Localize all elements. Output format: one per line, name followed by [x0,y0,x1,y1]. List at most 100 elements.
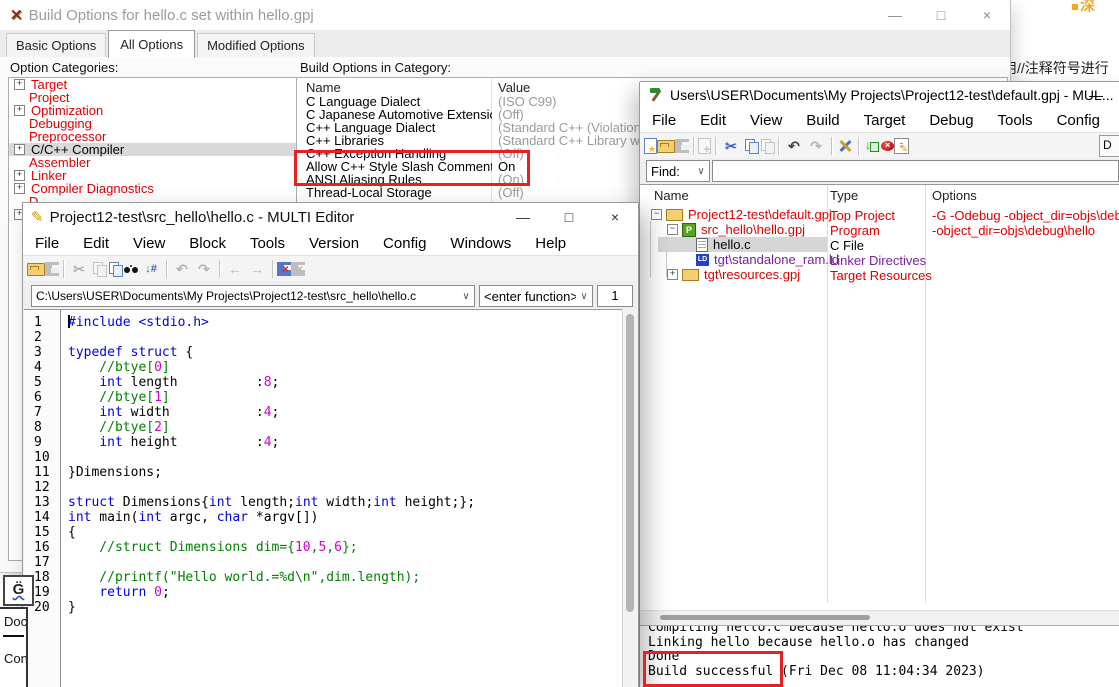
back-icon: ← [224,259,246,279]
code-text: } [68,600,76,615]
toolbar-separator [778,137,779,155]
code-line: 11}Dimensions; [24,463,623,478]
output-line: Linking hello because hello.o has change… [648,636,1119,651]
build-options-titlebar: ✕ Build Options for hello.c set within h… [0,0,1010,30]
code-line: 8 //btye[2] [24,418,623,433]
editor-combo-row: C:\Users\USER\Documents\My Projects\Proj… [23,281,638,309]
tree-item-label: Project12-test\default.gpj [688,207,832,222]
debug-bug-icon[interactable] [881,141,894,151]
file-path-combo[interactable]: C:\Users\USER\Documents\My Projects\Proj… [31,285,475,307]
function-combo[interactable]: <enter function> ∨ [479,285,593,307]
expand-icon[interactable]: + [14,105,25,116]
menu-item-build[interactable]: Build [794,112,851,129]
tab-modified-options[interactable]: Modified Options [197,33,315,57]
category-row-compiler-diagnostics[interactable]: +Compiler Diagnostics [9,182,296,195]
menu-item-edit[interactable]: Edit [71,235,121,252]
tree-header-name: Name [654,188,689,203]
editor-title: Project12-test\src_hello\hello.c - MULTI… [50,209,355,226]
minimize-button[interactable]: — [1073,87,1119,103]
menu-item-help[interactable]: Help [523,235,578,252]
editor-vertical-scrollbar[interactable] [622,309,637,687]
minimize-button[interactable]: — [872,7,918,23]
menu-item-file[interactable]: File [640,112,688,129]
undo-icon: ↶ [171,259,193,279]
copy-icon [90,261,106,277]
menu-item-block[interactable]: Block [177,235,238,252]
toolbar-separator [715,137,716,155]
expand-icon[interactable]: − [651,209,662,220]
tree-row-hello-c[interactable]: hello.cC File [640,237,1119,252]
menu-item-windows[interactable]: Windows [438,235,523,252]
code-area[interactable]: 1#include <stdio.h>23typedef struct {4 /… [24,309,623,687]
find-input[interactable] [712,160,1119,182]
code-line: 12 [24,478,623,493]
output-line: Compiling hello.c because hello.o does n… [648,625,1119,636]
tree-row-tgt-resources-gpj[interactable]: +tgt\resources.gpjTarget Resources [640,267,1119,282]
menu-item-tools[interactable]: Tools [986,112,1045,129]
open-folder-icon[interactable] [657,140,675,153]
paste-icon [758,138,774,154]
tree-horizontal-scrollbar[interactable] [640,610,1119,625]
menu-item-debug[interactable]: Debug [917,112,985,129]
menu-item-view[interactable]: View [121,235,177,252]
con-label: Con [4,651,26,666]
redo-icon: ↷ [193,259,215,279]
undo-icon[interactable]: ↶ [783,136,805,156]
find-icon[interactable] [122,262,140,276]
edit-notepad-icon[interactable] [894,138,909,154]
project-tree[interactable]: Name Type Options −Project12-test\defaul… [640,184,1119,611]
editor-toolbar: ✂↓#↶↷←→ [23,255,638,283]
expand-icon[interactable]: + [14,170,25,181]
tab-all-options[interactable]: All Options [108,30,195,58]
menu-item-target[interactable]: Target [852,112,918,129]
window-controls: — [1073,82,1119,108]
tree-header-type: Type [830,188,858,203]
tree-row-project12-test-default-gpj[interactable]: −Project12-test\default.gpjTop Project-G… [640,207,1119,222]
tree-row-tgt-standalone-ram-ld[interactable]: LDtgt\standalone_ram.ldLinker Directives [640,252,1119,267]
window-controls: — □ × [500,203,638,231]
cut-icon[interactable]: ✂ [720,136,742,156]
open-folder-icon[interactable] [27,263,45,276]
scrollbar-thumb[interactable] [626,314,634,612]
scrollbar-thumb[interactable] [660,615,870,620]
expand-icon[interactable]: + [667,269,678,280]
menu-item-windows[interactable]: Windows [1112,112,1119,129]
menu-item-edit[interactable]: Edit [688,112,738,129]
annotation-rect-build-successful [643,651,783,687]
redo-icon: ↷ [805,136,827,156]
menu-item-version[interactable]: Version [297,235,371,252]
menu-item-config[interactable]: Config [371,235,438,252]
expand-icon[interactable]: + [14,79,25,90]
paste-icon[interactable] [106,261,122,277]
expand-icon[interactable]: + [14,144,25,155]
toolbar-overflow-button[interactable]: D [1099,135,1119,157]
close-button[interactable]: × [592,209,638,225]
connect-icon[interactable] [863,138,881,154]
close-button[interactable]: × [964,7,1010,23]
code-line: 17 [24,553,623,568]
maximize-button[interactable]: □ [546,209,592,225]
line-number-box[interactable]: 1 [597,285,633,307]
maximize-button[interactable]: □ [918,7,964,23]
project-tree-rows: −Project12-test\default.gpjTop Project-G… [640,207,1119,282]
tab-basic-options[interactable]: Basic Options [6,33,106,57]
menu-item-tools[interactable]: Tools [238,235,297,252]
menu-item-config[interactable]: Config [1045,112,1112,129]
minimize-button[interactable]: — [500,209,546,225]
input-method-badge[interactable]: G̈ [3,575,34,606]
menu-item-view[interactable]: View [738,112,794,129]
save-close-icon[interactable] [277,262,291,276]
menu-item-file[interactable]: File [23,235,71,252]
build-icon[interactable] [836,137,854,155]
find-combo[interactable]: Find: ∨ [646,160,710,182]
find-row: Find: ∨ [640,158,1119,184]
copy-icon[interactable] [742,138,758,154]
expand-icon[interactable]: + [14,183,25,194]
tree-item-label: tgt\standalone_ram.ld [714,252,839,267]
close-doc-icon [291,262,305,276]
new-file-icon[interactable] [644,138,657,154]
expand-icon[interactable]: − [667,224,678,235]
ld-icon: LD [696,254,709,266]
tree-row-src-hello-hello-gpj[interactable]: −Psrc_hello\hello.gpjProgram-object_dir=… [640,222,1119,237]
goto-line-icon[interactable]: ↓# [140,259,162,279]
